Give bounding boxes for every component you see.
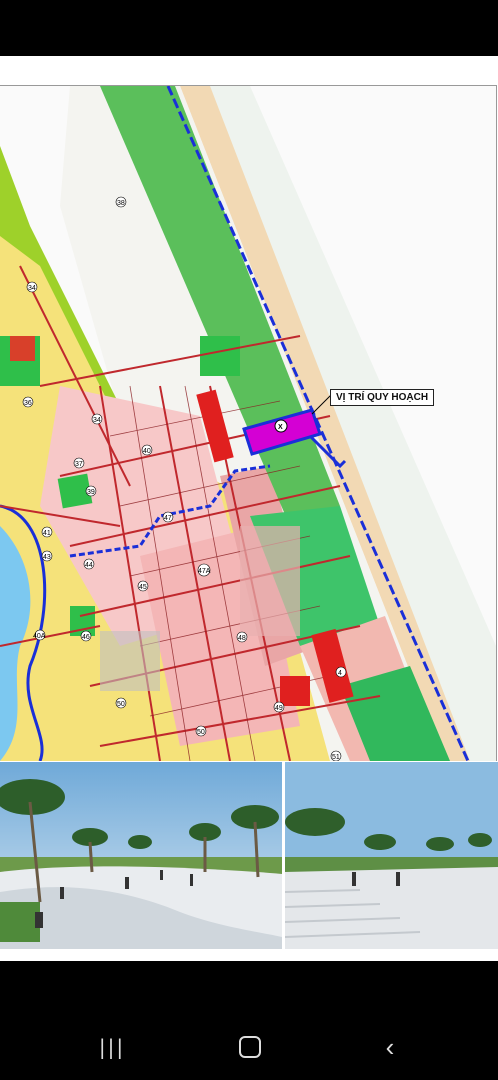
home-icon[interactable] bbox=[230, 1030, 270, 1064]
area-label: 47 bbox=[164, 515, 172, 522]
plaza-rendering-images bbox=[0, 762, 498, 949]
area-label: 41 bbox=[43, 530, 51, 537]
area-label: 40 bbox=[143, 448, 151, 455]
area-label: 51 bbox=[332, 754, 340, 761]
park-renderings bbox=[0, 762, 498, 949]
area-label: 39 bbox=[87, 489, 95, 496]
area-label: 46 bbox=[82, 634, 90, 641]
system-navigation-bar: ||| ‹ bbox=[0, 1000, 498, 1080]
planning-map-graphic: X 38 34 36 34 37 40 39 47 41 43 44 45 47… bbox=[0, 86, 496, 761]
area-label: 34 bbox=[93, 417, 101, 424]
planning-map[interactable]: X 38 34 36 34 37 40 39 47 41 43 44 45 47… bbox=[0, 85, 497, 761]
back-icon[interactable]: ‹ bbox=[370, 1030, 410, 1064]
area-label: 45 bbox=[139, 584, 147, 591]
site-marker-label: X bbox=[278, 424, 283, 431]
area-label: 48 bbox=[238, 635, 246, 642]
area-label: 4 bbox=[338, 670, 342, 677]
planning-location-callout: VỊ TRÍ QUY HOẠCH bbox=[330, 389, 435, 406]
area-label: 38 bbox=[117, 200, 125, 207]
area-label: 44 bbox=[85, 562, 93, 569]
area-label: 43 bbox=[43, 554, 51, 561]
area-label: 47A bbox=[198, 568, 211, 575]
area-label: 34 bbox=[28, 285, 36, 292]
area-label: 36 bbox=[24, 400, 32, 407]
recent-apps-icon[interactable]: ||| bbox=[92, 1030, 132, 1064]
home-ring bbox=[239, 1036, 261, 1058]
area-label: 50 bbox=[197, 729, 205, 736]
area-label: 50 bbox=[117, 701, 125, 708]
area-label: 37 bbox=[75, 461, 83, 468]
area-label: 40A bbox=[33, 633, 46, 640]
area-label: 49 bbox=[275, 705, 283, 712]
status-bar bbox=[0, 0, 498, 56]
